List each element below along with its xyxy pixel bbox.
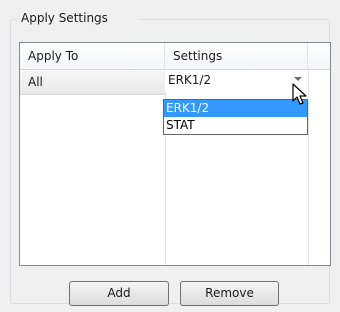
- mouse-cursor-icon: [292, 83, 307, 105]
- column-header-filler: [308, 43, 330, 69]
- settings-dropdown-list[interactable]: ERK1/2 STAT: [163, 99, 308, 135]
- column-header-settings[interactable]: Settings: [165, 43, 308, 69]
- column-header-apply-to[interactable]: Apply To: [20, 43, 165, 69]
- group-title: Apply Settings: [21, 11, 108, 25]
- dropdown-option-stat[interactable]: STAT: [164, 117, 307, 134]
- settings-grid[interactable]: Apply To Settings All ERK1/2: [19, 42, 331, 266]
- chevron-down-icon[interactable]: [294, 77, 302, 81]
- remove-button[interactable]: Remove: [180, 281, 279, 306]
- row-apply-to-cell[interactable]: All: [20, 71, 165, 95]
- add-button[interactable]: Add: [69, 281, 169, 306]
- settings-combobox[interactable]: ERK1/2: [165, 70, 308, 92]
- dropdown-option-erk12[interactable]: ERK1/2: [164, 100, 307, 117]
- combobox-value: ERK1/2: [168, 73, 212, 87]
- grid-header-row: Apply To Settings: [20, 43, 330, 70]
